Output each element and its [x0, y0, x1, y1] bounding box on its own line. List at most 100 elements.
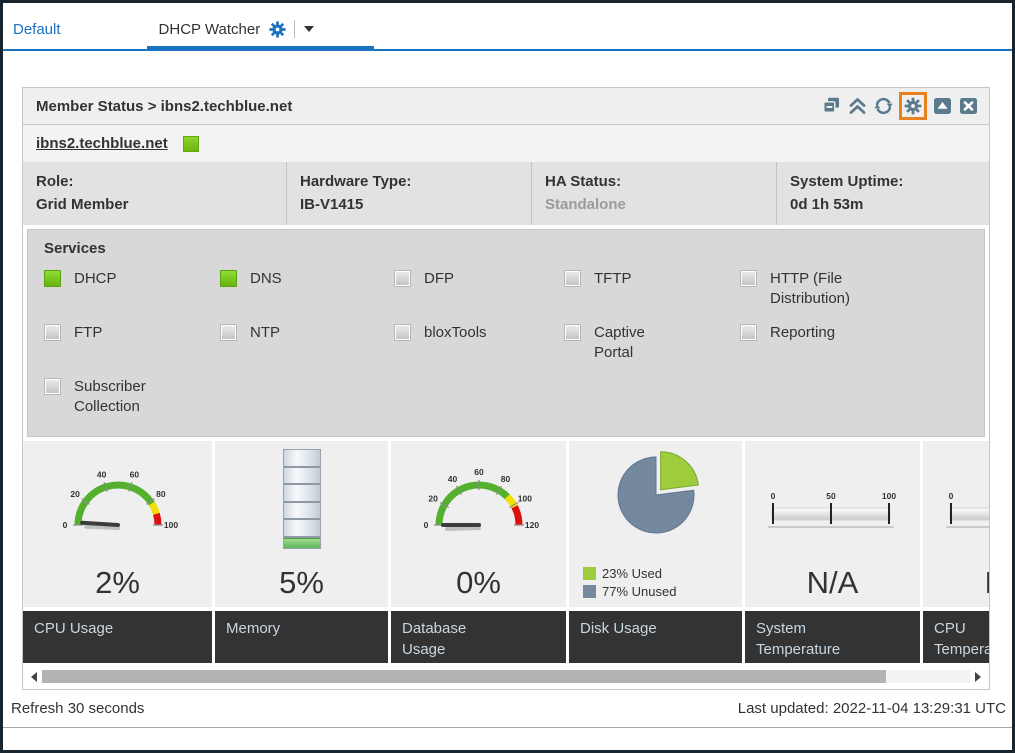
- service-label: DHCP: [74, 269, 168, 289]
- horizontal-scrollbar[interactable]: [26, 669, 986, 684]
- svg-text:100: 100: [517, 494, 531, 504]
- service-status-square: [44, 270, 61, 287]
- widget-database-usage: 0204060801001200%: [391, 441, 566, 607]
- info-value: Grid Member: [36, 194, 273, 217]
- member-hostname-link[interactable]: ibns2.techblue.net: [36, 135, 168, 152]
- settings-gear-icon[interactable]: [903, 96, 923, 116]
- service-status-square: [220, 324, 237, 341]
- svg-text:80: 80: [500, 474, 510, 484]
- info-cell-ha-status: HA Status: Standalone: [531, 162, 776, 225]
- pie-legend-entry: 23% Used: [583, 566, 676, 581]
- svg-text:0: 0: [948, 491, 953, 501]
- service-http-file-distribution: HTTP (File Distribution): [740, 269, 968, 308]
- linear-gauge-chart: 050100: [936, 491, 990, 533]
- refresh-interval-text: Refresh 30 seconds: [11, 700, 144, 717]
- scrollbar-thumb[interactable]: [42, 670, 886, 683]
- tank-segment: [284, 520, 320, 538]
- service-captive-portal: Captive Portal: [564, 323, 740, 362]
- dial-gauge-chart: 020406080100120: [404, 455, 554, 540]
- widget-label-database-usage: Database Usage: [391, 611, 566, 663]
- bottom-divider: [3, 727, 1012, 728]
- service-label: NTP: [250, 323, 344, 343]
- service-status-square: [740, 270, 757, 287]
- refresh-icon[interactable]: [873, 96, 894, 116]
- service-status-square: [394, 324, 411, 341]
- gauges-row: 0204060801002%5%0204060801001200% 23% Us…: [23, 441, 989, 607]
- tab-default[interactable]: Default: [13, 21, 61, 38]
- member-status-widget: Member Status > ibns2.techblue.net: [22, 87, 990, 690]
- service-label: Captive Portal: [594, 323, 688, 362]
- info-value: 0d 1h 53m: [790, 194, 976, 217]
- legend-label: 77% Unused: [602, 584, 676, 599]
- service-dns: DNS: [220, 269, 394, 308]
- scroll-right-arrow-icon[interactable]: [975, 672, 981, 682]
- gauge-labels-row: CPU UsageMemoryDatabase UsageDisk UsageS…: [23, 611, 989, 663]
- gauge-value: N/A: [985, 565, 989, 601]
- legend-color-square: [583, 567, 596, 580]
- widget-cpu-usage: 0204060801002%: [23, 441, 212, 607]
- gauge-value: 5%: [279, 565, 324, 601]
- svg-text:0: 0: [62, 520, 67, 530]
- tab-dropdown-caret-icon[interactable]: [304, 26, 314, 32]
- widget-memory: 5%: [215, 441, 388, 607]
- widget-disk-usage: 23% Used 77% Unused: [569, 441, 742, 607]
- tank-segment: [284, 468, 320, 486]
- service-reporting: Reporting: [740, 323, 968, 362]
- service-label: HTTP (File Distribution): [770, 269, 864, 308]
- pie-legend: 23% Used 77% Unused: [569, 563, 676, 607]
- dashboard-page: Default DHCP Watcher: [0, 0, 1015, 753]
- widget-system-temperature: 050100N/A: [745, 441, 920, 607]
- gauge-value: 0%: [456, 565, 501, 601]
- widget-label-cpu-temperature: CPU Temperature: [923, 611, 989, 663]
- widget-label-disk-usage: Disk Usage: [569, 611, 742, 663]
- svg-text:60: 60: [129, 470, 139, 480]
- memory-tank-chart: [283, 449, 321, 549]
- service-status-square: [44, 378, 61, 395]
- settings-gear-highlight-box: [899, 92, 927, 120]
- info-value: Standalone: [545, 194, 763, 217]
- service-status-square: [564, 324, 581, 341]
- tank-fill-level: [284, 538, 320, 548]
- collapse-all-icon[interactable]: [847, 96, 868, 116]
- service-label: DFP: [424, 269, 518, 289]
- tab-dhcp-watcher[interactable]: DHCP Watcher: [153, 9, 329, 49]
- info-label: Hardware Type:: [300, 171, 518, 194]
- service-label: FTP: [74, 323, 168, 343]
- svg-text:100: 100: [163, 520, 177, 530]
- svg-text:100: 100: [881, 491, 895, 501]
- svg-text:0: 0: [770, 491, 775, 501]
- widget-label-system-temperature: System Temperature: [745, 611, 920, 663]
- service-label: Subscriber Collection: [74, 377, 168, 416]
- info-cell-role: Role: Grid Member: [23, 162, 286, 225]
- member-status-indicator: [183, 136, 199, 152]
- scroll-left-arrow-icon[interactable]: [31, 672, 37, 682]
- service-label: Reporting: [770, 323, 864, 343]
- tank-segment: [284, 485, 320, 503]
- svg-text:50: 50: [826, 491, 836, 501]
- svg-text:0: 0: [423, 520, 428, 530]
- service-label: bloxTools: [424, 323, 518, 343]
- info-cell-hardware-type: Hardware Type: IB-V1415: [286, 162, 531, 225]
- service-dhcp: DHCP: [44, 269, 220, 308]
- duplicate-icon[interactable]: [821, 96, 842, 116]
- widget-title: Member Status > ibns2.techblue.net: [36, 98, 292, 115]
- close-widget-icon[interactable]: [958, 96, 979, 116]
- collapse-widget-icon[interactable]: [932, 96, 953, 116]
- service-tftp: TFTP: [564, 269, 740, 308]
- tab-gear-icon[interactable]: [268, 20, 287, 39]
- svg-text:40: 40: [96, 470, 106, 480]
- info-label: HA Status:: [545, 171, 763, 194]
- tank-segment: [284, 503, 320, 521]
- svg-text:80: 80: [156, 489, 166, 499]
- disk-usage-pie-chart: [604, 445, 708, 545]
- widget-label-cpu-usage: CPU Usage: [23, 611, 212, 663]
- service-status-square: [44, 324, 61, 341]
- service-status-square: [564, 270, 581, 287]
- service-status-square: [740, 324, 757, 341]
- dashboard-tabbar: Default DHCP Watcher: [3, 9, 1012, 51]
- svg-text:20: 20: [428, 494, 438, 504]
- service-status-square: [220, 270, 237, 287]
- scrollbar-track[interactable]: [42, 670, 970, 683]
- member-info-table: Role: Grid Member Hardware Type: IB-V141…: [23, 162, 989, 225]
- svg-text:20: 20: [70, 489, 80, 499]
